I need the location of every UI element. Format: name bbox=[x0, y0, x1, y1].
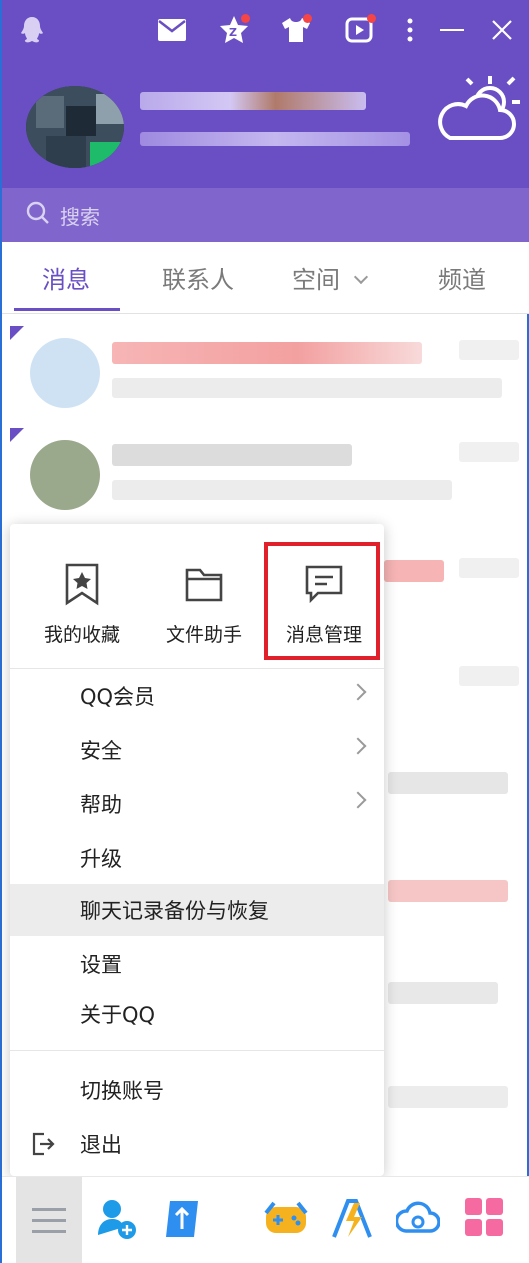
nickname-redacted bbox=[140, 92, 366, 110]
menu-item-help[interactable]: 帮助 bbox=[10, 778, 384, 830]
qq-penguin-icon[interactable] bbox=[14, 12, 50, 48]
search-input[interactable]: 搜索 bbox=[2, 188, 529, 242]
search-icon bbox=[26, 201, 50, 229]
game-center-icon[interactable] bbox=[264, 1197, 308, 1241]
qzone-star-icon[interactable]: Z bbox=[216, 12, 252, 48]
file-helper-button[interactable]: 文件助手 bbox=[142, 524, 266, 662]
menu-item-logout[interactable]: 退出 bbox=[10, 1118, 384, 1170]
menu-divider bbox=[10, 1050, 384, 1051]
signature-redacted bbox=[140, 132, 410, 146]
list-item[interactable] bbox=[4, 424, 529, 524]
video-icon[interactable] bbox=[342, 12, 378, 48]
more-icon[interactable] bbox=[392, 12, 428, 48]
chevron-down-icon bbox=[353, 269, 368, 285]
bookmark-star-icon bbox=[65, 563, 99, 606]
chevron-right-icon bbox=[349, 737, 367, 755]
menu-item-label: 退出 bbox=[80, 1133, 122, 1157]
menu-item-chat-backup[interactable]: 聊天记录备份与恢复 bbox=[10, 884, 384, 936]
active-tab-indicator bbox=[14, 308, 120, 311]
cloud-sun-icon[interactable] bbox=[432, 72, 522, 152]
folder-icon bbox=[185, 568, 223, 602]
tab-space[interactable]: 空间 bbox=[292, 260, 368, 295]
menu-item-label: 升级 bbox=[80, 847, 122, 871]
logout-icon bbox=[30, 1131, 56, 1162]
qq-toolbox-icon[interactable] bbox=[330, 1197, 374, 1241]
file-helper-label: 文件助手 bbox=[165, 624, 242, 646]
minimize-icon[interactable] bbox=[434, 12, 470, 48]
highlight-annotation bbox=[264, 542, 380, 660]
menu-item-label: QQ会员 bbox=[80, 685, 156, 709]
menu-item-label: 帮助 bbox=[80, 793, 122, 817]
menu-item-switch-account[interactable]: 切换账号 bbox=[10, 1064, 384, 1116]
svg-text:Z: Z bbox=[229, 26, 237, 39]
menu-item-about[interactable]: 关于QQ bbox=[10, 988, 384, 1040]
weiyun-cloud-icon[interactable] bbox=[394, 1197, 441, 1241]
search-placeholder: 搜索 bbox=[60, 204, 100, 229]
menu-item-settings[interactable]: 设置 bbox=[10, 938, 384, 990]
tab-messages[interactable]: 消息 bbox=[42, 260, 90, 295]
profile-header: Z bbox=[2, 0, 529, 188]
qq-main-window: Z 搜索 消息 联系人 空间 频道 我的收藏 文件助手 消息管理 QQ会员 安全… bbox=[0, 0, 529, 1263]
theme-shirt-icon[interactable] bbox=[278, 12, 314, 48]
menu-item-label: 切换账号 bbox=[80, 1079, 164, 1103]
menu-item-vip[interactable]: QQ会员 bbox=[10, 670, 384, 722]
apps-grid-icon[interactable] bbox=[464, 1197, 508, 1241]
chevron-right-icon bbox=[349, 791, 367, 809]
avatar bbox=[30, 440, 100, 510]
mail-icon[interactable] bbox=[154, 12, 190, 48]
main-menu-icon[interactable] bbox=[16, 1177, 82, 1263]
favorites-button[interactable]: 我的收藏 bbox=[20, 524, 144, 662]
menu-item-label: 安全 bbox=[80, 739, 122, 763]
add-contact-icon[interactable] bbox=[96, 1197, 140, 1241]
menu-item-label: 聊天记录备份与恢复 bbox=[80, 899, 269, 923]
tab-channels[interactable]: 频道 bbox=[438, 260, 486, 295]
main-menu-popup: 我的收藏 文件助手 消息管理 QQ会员 安全 帮助 升级 聊天记录备份与恢复 设… bbox=[10, 524, 384, 1176]
menu-item-label: 关于QQ bbox=[80, 1003, 156, 1027]
main-tabs: 消息 联系人 空间 频道 bbox=[2, 242, 529, 314]
menu-item-label: 设置 bbox=[80, 953, 122, 977]
avatar bbox=[30, 338, 100, 408]
favorites-label: 我的收藏 bbox=[43, 624, 120, 646]
chevron-right-icon bbox=[349, 683, 367, 701]
tab-contacts[interactable]: 联系人 bbox=[162, 260, 234, 295]
bottom-toolbar bbox=[2, 1176, 529, 1263]
menu-item-upgrade[interactable]: 升级 bbox=[10, 832, 384, 884]
close-icon[interactable] bbox=[484, 12, 520, 48]
tab-space-label: 空间 bbox=[292, 266, 340, 294]
tencent-docs-icon[interactable] bbox=[162, 1197, 206, 1241]
list-item[interactable] bbox=[4, 322, 529, 422]
menu-item-security[interactable]: 安全 bbox=[10, 724, 384, 776]
avatar[interactable] bbox=[26, 86, 124, 168]
menu-divider bbox=[10, 668, 384, 669]
